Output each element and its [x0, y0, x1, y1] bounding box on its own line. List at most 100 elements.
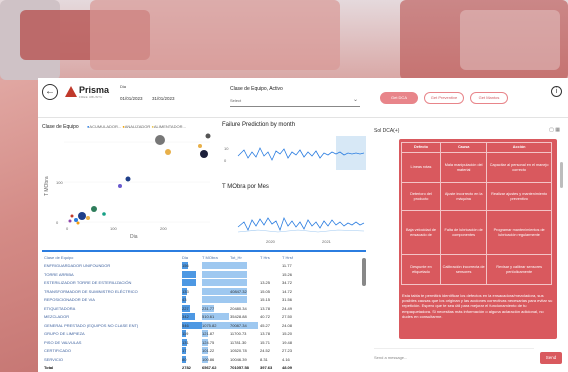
scatter-point[interactable]: [165, 149, 171, 155]
background-photo-top: [0, 0, 568, 80]
equipment-name: TRANSFORMADOR DE SUMINISTRO ELÉCTRICO: [44, 288, 138, 294]
table-cell: [230, 279, 258, 286]
filter-label: Clase de Equipo, Activo: [230, 86, 283, 92]
scatter-point[interactable]: [68, 219, 72, 223]
scatter-point[interactable]: [200, 150, 208, 158]
table-row[interactable]: ENFRIGUARDADOR UNIFOUNDOR 156 11.77: [42, 262, 360, 269]
table-row[interactable]: TRANSFORMADOR DE SUMINISTRO ELÉCTRICO 133…: [42, 287, 360, 295]
table-cell: 397.63: [260, 365, 273, 370]
table-cell: [202, 296, 230, 303]
table-cell: 14.72: [282, 288, 293, 294]
dca-cell: Capacitar al personal en el manejo corre…: [486, 152, 552, 183]
tmobra-line: [237, 216, 365, 232]
scatter-point[interactable]: [102, 212, 106, 216]
copy-icon[interactable]: ▢: [549, 127, 554, 133]
table-cell: 133: [182, 288, 189, 294]
scatter-point[interactable]: [86, 216, 90, 220]
table-cell: 10520.78: [230, 348, 247, 353]
logo: Prisma FREE UBUNTU: [65, 84, 125, 104]
table-cell: 13.78: [260, 305, 271, 311]
scatter-plot: 100 0 0 100 200 Dia T MObra: [44, 133, 211, 240]
table-cell: [182, 279, 202, 286]
equipment-name: ESTERILIZADOR TORRE DE ESTERILIZACIÓN: [44, 280, 132, 285]
table-cell: 45.27: [260, 322, 271, 328]
table-header: Clase de Equipo Dia T MObra Tot_Hr T Hrs…: [42, 254, 360, 261]
scatter-point[interactable]: [70, 214, 74, 218]
table-cell: 1075.82: [202, 322, 217, 328]
date-to[interactable]: 31/01/2023: [152, 96, 175, 101]
table-row[interactable]: ETIQUETADORA 227 231.77 20480.34 13.78 24.49: [42, 304, 360, 312]
scatter-point[interactable]: [74, 218, 78, 222]
get-dca-button[interactable]: Get DCA: [380, 92, 418, 104]
table-row[interactable]: CERTIFICADO 17 101.22 10520.78 24.52 27.23: [42, 347, 360, 354]
dca-cell: Revisar y calibrar sensores periódicamen…: [486, 254, 552, 285]
y-tick: 0: [224, 158, 227, 163]
col-header[interactable]: T MObra: [202, 254, 230, 261]
back-arrow-icon[interactable]: ←: [42, 84, 58, 100]
table-cell: 80: [182, 356, 187, 362]
table-row[interactable]: MEZCLADOR 342 510.61 35428.88 40.72 27.50: [42, 313, 360, 320]
dca-col-header: Defecto: [400, 142, 442, 153]
equipment-name: GRUPO DE LIMPIEZA: [44, 331, 85, 336]
table-cell: 24.52: [260, 348, 271, 353]
dashboard-window: ← Prisma FREE UBUNTU Dia 01/01/2023 31/0…: [38, 78, 568, 372]
table-row[interactable]: GENERAL PRESTADO (EQUIPOS NO CLASE ENT) 5…: [42, 321, 360, 329]
scatter-point[interactable]: [198, 144, 202, 148]
table-cell: [202, 279, 230, 286]
scatter-point[interactable]: [78, 212, 86, 220]
table-row[interactable]: PISO DE VALVULAS 131 124.75 11781.30 15.71 19…: [42, 338, 360, 346]
dca-cell: Líneas rotas: [400, 152, 442, 183]
table-total-row: Total 2782 6567.62 701057.58 397.63 48.09: [42, 364, 360, 371]
chat-toolbar: ▢ ▦: [549, 127, 560, 133]
col-header[interactable]: Tot_Hr: [230, 254, 258, 261]
y-axis-label: T MObra: [44, 176, 50, 196]
scatter-point[interactable]: [91, 206, 97, 212]
table-row[interactable]: TORRE ARRIBA 15.26: [42, 270, 360, 278]
table-row[interactable]: ESTERILIZADOR TORRE DE ESTERILIZACIÓN 13.…: [42, 279, 360, 286]
table-cell: 40847.32: [230, 288, 247, 294]
tmobra-trend: [237, 229, 365, 233]
chat-message-input[interactable]: Send a message...: [374, 348, 534, 362]
col-header[interactable]: T Hrsf: [282, 254, 304, 261]
send-button[interactable]: Send: [540, 352, 562, 364]
date-from[interactable]: 01/01/2023: [120, 96, 143, 101]
header: ← Prisma FREE UBUNTU Dia 01/01/2023 31/0…: [38, 78, 568, 118]
table-row[interactable]: GRUPO DE LIMPIEZA 119 121.87 11700.73 13.78 1…: [42, 330, 360, 337]
table-cell: 24.49: [282, 305, 293, 311]
col-header[interactable]: T Hrs: [260, 254, 282, 261]
equipment-table: Clase de Equipo Dia T MObra Tot_Hr T Hrs…: [42, 254, 366, 372]
table-cell: 11.77: [282, 263, 292, 268]
table-cell: 24.08: [282, 322, 293, 328]
col-header[interactable]: Dia: [182, 254, 204, 261]
scatter-point[interactable]: [205, 133, 211, 139]
scatter-point[interactable]: [125, 176, 131, 182]
logo-name: Prisma: [79, 85, 110, 95]
table-cell: [202, 271, 230, 278]
get-mantos-button[interactable]: Get Mantos: [470, 92, 508, 104]
chat-title: Sol DCA(+): [374, 128, 400, 134]
dca-cell: Mala manipulación del material: [440, 152, 488, 183]
table-cell: 34.72: [282, 280, 293, 285]
table-row[interactable]: REPOSICIONADOR DE VIA 43 15.15 31.56: [42, 296, 360, 303]
table-cell: 156: [182, 263, 189, 268]
table-cell: 124.75: [202, 339, 215, 345]
scatter-point[interactable]: [76, 221, 80, 225]
expand-icon[interactable]: ▦: [555, 127, 560, 133]
info-icon[interactable]: i: [551, 86, 562, 97]
table-cell: 15.71: [260, 339, 271, 345]
equipment-name: MEZCLADOR: [44, 314, 70, 319]
table-scrollbar[interactable]: [362, 258, 366, 286]
table-cell: 342: [182, 314, 189, 319]
scatter-point[interactable]: [118, 184, 122, 188]
get-preventive-button[interactable]: Get Preventive: [424, 92, 464, 104]
chat-scrollbar[interactable]: [560, 162, 563, 188]
table-cell: 70087.34: [230, 322, 247, 328]
table-cell: [202, 262, 230, 269]
table-cell: 13.25: [260, 280, 271, 285]
x-axis-label: Dia: [130, 234, 138, 240]
table-row[interactable]: SERVICIO 80 100.86 10046.39 8.31 4.16: [42, 355, 360, 363]
filter-dropdown[interactable]: Select ⌄: [230, 96, 360, 107]
col-header[interactable]: Clase de Equipo: [44, 254, 174, 261]
line-plots: 10 0 2020 2021: [224, 136, 366, 244]
scatter-point[interactable]: [155, 135, 165, 145]
